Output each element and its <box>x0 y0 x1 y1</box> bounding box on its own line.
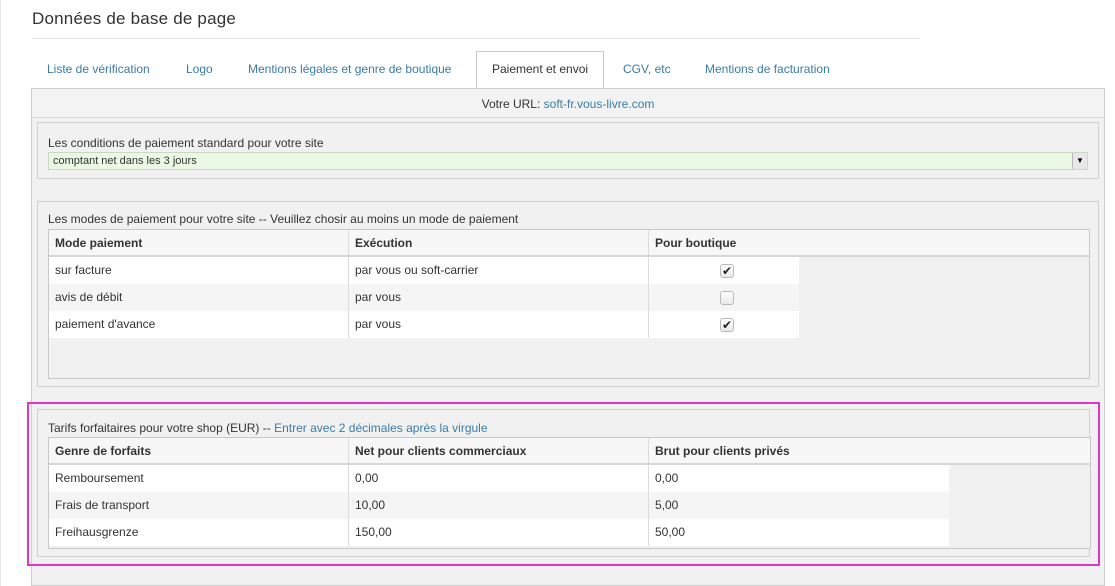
payment-methods-table: Mode paiement Exécution Pour boutique su… <box>48 229 1090 379</box>
execution-cell: par vous ou soft-carrier <box>349 257 649 284</box>
gross-private-cell[interactable]: 0,00 <box>649 465 949 492</box>
table-header: Mode paiement Exécution Pour boutique <box>49 230 1089 257</box>
flat-rates-label: Tarifs forfaitaires pour votre shop (EUR… <box>48 421 271 435</box>
rate-type-cell: Frais de transport <box>49 492 349 519</box>
execution-cell: par vous <box>349 311 649 338</box>
tab-paiement-et-envoi[interactable]: Paiement et envoi <box>476 51 604 88</box>
payment-mode-cell: avis de débit <box>49 284 349 311</box>
payment-methods-section: Les modes de paiement pour votre site --… <box>37 201 1099 387</box>
checkbox-unchecked-icon[interactable] <box>720 291 734 305</box>
payment-methods-label: Les modes de paiement pour votre site --… <box>48 212 519 226</box>
payment-terms-label: Les conditions de paiement standard pour… <box>48 136 324 150</box>
column-header: Brut pour clients privés <box>655 444 790 458</box>
gross-private-cell[interactable]: 5,00 <box>649 492 949 519</box>
rate-type-cell: Freihausgrenze <box>49 519 349 546</box>
checkbox-checked-icon[interactable]: ✔ <box>720 264 734 278</box>
tab-mentions-de-facturation[interactable]: Mentions de facturation <box>705 51 830 87</box>
column-header: Pour boutique <box>655 236 737 250</box>
gross-private-cell[interactable]: 50,00 <box>649 519 949 546</box>
column-header: Net pour clients commerciaux <box>349 438 649 463</box>
flat-rates-table: Genre de forfaits Net pour clients comme… <box>48 437 1091 549</box>
payment-mode-cell: paiement d'avance <box>49 311 349 338</box>
column-header: Genre de forfaits <box>49 438 349 463</box>
payment-terms-selected-value: comptant net dans les 3 jours <box>53 155 197 167</box>
checkbox-checked-icon[interactable]: ✔ <box>720 318 734 332</box>
for-shop-cell <box>649 284 799 311</box>
net-commercial-cell[interactable]: 150,00 <box>349 519 649 546</box>
table-header: Genre de forfaits Net pour clients comme… <box>49 438 1090 465</box>
payment-terms-select[interactable]: comptant net dans les 3 jours ▼ <box>48 152 1088 170</box>
net-commercial-cell[interactable]: 0,00 <box>349 465 649 492</box>
url-bar: Votre URL: soft-fr.vous-livre.com <box>32 89 1104 118</box>
payment-terms-section: Les conditions de paiement standard pour… <box>37 122 1099 179</box>
tab-content-panel: Votre URL: soft-fr.vous-livre.com Les co… <box>31 88 1105 586</box>
url-label: Votre URL: <box>481 97 541 111</box>
left-border <box>0 0 1 586</box>
tab-logo[interactable]: Logo <box>186 51 213 87</box>
execution-cell: par vous <box>349 284 649 311</box>
page-title: Données de base de page <box>32 9 237 28</box>
payment-mode-cell: sur facture <box>49 257 349 284</box>
tab-mentions-legales[interactable]: Mentions légales et genre de boutique <box>248 51 451 87</box>
for-shop-cell: ✔ <box>649 257 799 284</box>
title-divider <box>32 38 920 39</box>
shop-url-link[interactable]: soft-fr.vous-livre.com <box>544 97 655 111</box>
flat-rates-section: Tarifs forfaitaires pour votre shop (EUR… <box>37 409 1091 557</box>
column-header: Exécution <box>349 230 649 255</box>
tab-cgv[interactable]: CGV, etc <box>623 51 671 87</box>
rate-type-cell: Remboursement <box>49 465 349 492</box>
flat-rates-label-group: Tarifs forfaitaires pour votre shop (EUR… <box>48 421 488 435</box>
flat-rates-hint: Entrer avec 2 décimales après la virgule <box>274 421 488 435</box>
column-header: Mode paiement <box>49 230 349 255</box>
tab-liste-de-verification[interactable]: Liste de vérification <box>47 51 150 87</box>
dropdown-arrow-icon[interactable]: ▼ <box>1072 153 1087 169</box>
net-commercial-cell[interactable]: 10,00 <box>349 492 649 519</box>
for-shop-cell: ✔ <box>649 311 799 338</box>
